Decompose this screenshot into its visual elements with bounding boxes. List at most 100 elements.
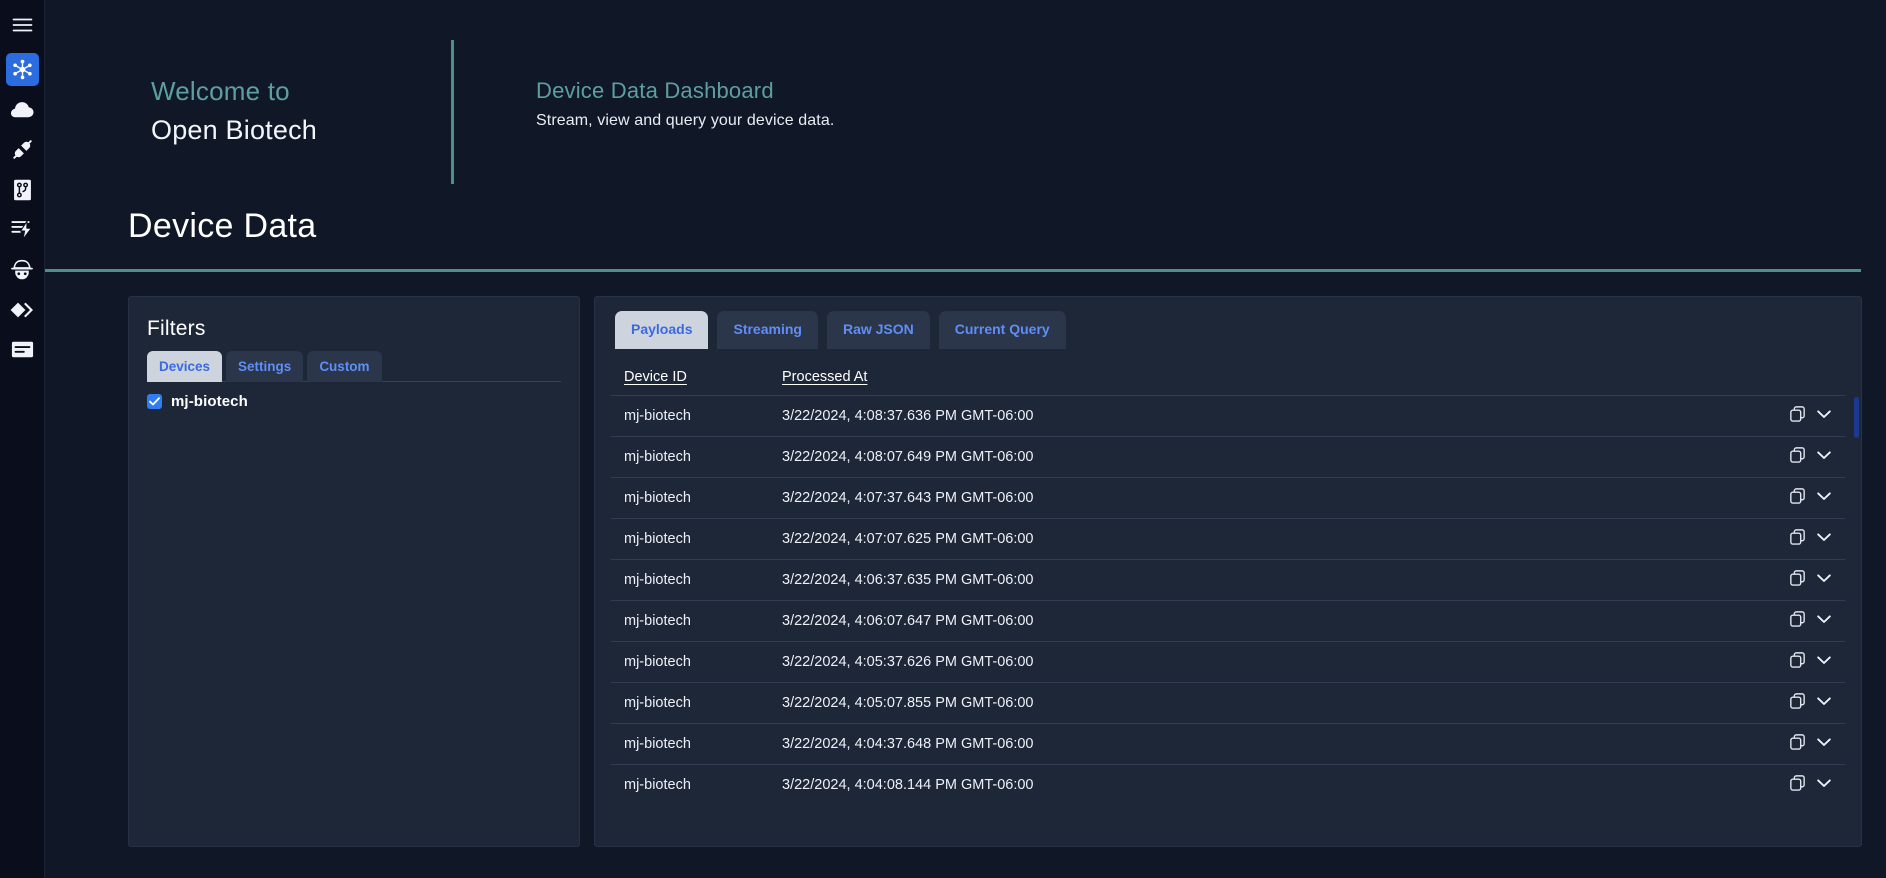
- cell-device-id: mj-biotech: [611, 436, 769, 478]
- filter-tab-devices[interactable]: Devices: [147, 350, 223, 383]
- cell-processed-at: 3/22/2024, 4:07:37.643 PM GMT-06:00: [769, 477, 1771, 519]
- cell-row-actions: [1771, 395, 1845, 437]
- copy-icon[interactable]: [1790, 775, 1805, 792]
- table-row[interactable]: mj-biotech 3/22/2024, 4:07:07.625 PM GMT-…: [611, 518, 1845, 560]
- lightning-activity-icon[interactable]: [6, 213, 39, 246]
- cell-device-id: mj-biotech: [611, 723, 769, 765]
- table-row[interactable]: mj-biotech 3/22/2024, 4:08:07.649 PM GMT-…: [611, 436, 1845, 478]
- cell-row-actions: [1771, 600, 1845, 642]
- welcome-to-label: Welcome to: [151, 76, 290, 107]
- column-header-actions: [1771, 359, 1845, 396]
- cell-processed-at: 3/22/2024, 4:06:07.647 PM GMT-06:00: [769, 600, 1771, 642]
- left-nav-rail: [0, 0, 45, 878]
- table-row[interactable]: mj-biotech 3/22/2024, 4:06:37.635 PM GMT-…: [611, 559, 1845, 601]
- cell-row-actions: [1771, 764, 1845, 806]
- copy-icon[interactable]: [1790, 693, 1805, 709]
- cell-processed-at: 3/22/2024, 4:06:37.635 PM GMT-06:00: [769, 559, 1771, 601]
- hub-network-icon[interactable]: [5, 53, 39, 86]
- branch-document-icon[interactable]: [6, 173, 39, 206]
- cell-device-id: mj-biotech: [611, 641, 769, 683]
- tab-current-query[interactable]: Current Query: [938, 310, 1066, 350]
- cell-processed-at: 3/22/2024, 4:08:37.636 PM GMT-06:00: [769, 395, 1771, 437]
- menu-icon[interactable]: [6, 8, 39, 41]
- device-filter-label: mj-biotech: [171, 393, 248, 411]
- cell-device-id: mj-biotech: [611, 682, 769, 724]
- page-header: Device Data: [45, 206, 1886, 247]
- cell-row-actions: [1771, 723, 1845, 765]
- chevron-down-icon[interactable]: [1817, 492, 1831, 501]
- tab-streaming[interactable]: Streaming: [717, 310, 818, 350]
- device-filter-item[interactable]: mj-biotech: [147, 393, 561, 410]
- copy-icon[interactable]: [1790, 488, 1805, 504]
- cell-processed-at: 3/22/2024, 4:05:07.855 PM GMT-06:00: [769, 682, 1771, 724]
- copy-icon[interactable]: [1790, 611, 1805, 627]
- hero-banner: Welcome to Open Biotech Device Data Dash…: [45, 0, 1886, 190]
- table-scrollbar-thumb[interactable]: [1854, 396, 1859, 438]
- cell-row-actions: [1771, 641, 1845, 683]
- column-header-device-id[interactable]: Device ID: [611, 359, 769, 396]
- table-row[interactable]: mj-biotech 3/22/2024, 4:05:37.626 PM GMT-…: [611, 641, 1845, 683]
- filter-tab-custom[interactable]: Custom: [307, 350, 382, 383]
- content-columns: Filters Devices Settings Custom mj-biote…: [45, 272, 1886, 847]
- table-row[interactable]: mj-biotech 3/22/2024, 4:07:37.643 PM GMT-…: [611, 477, 1845, 519]
- main-content: Welcome to Open Biotech Device Data Dash…: [45, 0, 1886, 878]
- app-root: Welcome to Open Biotech Device Data Dash…: [0, 0, 1886, 878]
- cell-processed-at: 3/22/2024, 4:04:08.144 PM GMT-06:00: [769, 764, 1771, 806]
- table-row[interactable]: mj-biotech 3/22/2024, 4:08:37.636 PM GMT-…: [611, 395, 1845, 437]
- chevron-down-icon[interactable]: [1817, 410, 1831, 419]
- column-header-processed-at[interactable]: Processed At: [769, 359, 1771, 396]
- cell-processed-at: 3/22/2024, 4:05:37.626 PM GMT-06:00: [769, 641, 1771, 683]
- chevron-down-icon[interactable]: [1817, 615, 1831, 624]
- filter-tab-settings[interactable]: Settings: [226, 350, 304, 383]
- copy-icon[interactable]: [1790, 406, 1805, 422]
- cell-row-actions: [1771, 682, 1845, 724]
- cloud-icon[interactable]: [6, 93, 39, 126]
- copy-icon[interactable]: [1790, 652, 1805, 668]
- cell-processed-at: 3/22/2024, 4:07:07.625 PM GMT-06:00: [769, 518, 1771, 560]
- cell-processed-at: 3/22/2024, 4:04:37.648 PM GMT-06:00: [769, 723, 1771, 765]
- table-row[interactable]: mj-biotech 3/22/2024, 4:05:07.855 PM GMT-…: [611, 682, 1845, 724]
- payloads-table-head: Device ID Processed At: [611, 359, 1845, 396]
- device-checkbox[interactable]: [147, 394, 162, 410]
- list-document-icon[interactable]: [6, 333, 39, 366]
- chevron-down-icon[interactable]: [1817, 533, 1831, 542]
- hero-dashboard-block: Device Data Dashboard Stream, view and q…: [454, 76, 834, 149]
- cell-device-id: mj-biotech: [611, 600, 769, 642]
- brand-name: Open Biotech: [151, 115, 318, 146]
- filters-tabstrip: Devices Settings Custom: [147, 350, 561, 383]
- copy-icon[interactable]: [1790, 447, 1805, 463]
- chevron-down-icon[interactable]: [1817, 656, 1831, 665]
- cell-device-id: mj-biotech: [611, 764, 769, 806]
- device-data-panel: Payloads Streaming Raw JSON Current Quer…: [594, 295, 1862, 847]
- cell-processed-at: 3/22/2024, 4:08:07.649 PM GMT-06:00: [769, 436, 1771, 478]
- table-row[interactable]: mj-biotech 3/22/2024, 4:06:07.647 PM GMT-…: [611, 600, 1845, 642]
- cell-row-actions: [1771, 518, 1845, 560]
- payloads-table: Device ID Processed At mj-biotech 3/22/20…: [611, 359, 1845, 806]
- plug-connect-icon[interactable]: [6, 133, 39, 166]
- copy-icon[interactable]: [1790, 570, 1805, 586]
- cell-device-id: mj-biotech: [611, 559, 769, 601]
- cell-device-id: mj-biotech: [611, 477, 769, 519]
- table-header-row: Device ID Processed At: [611, 359, 1845, 396]
- copy-icon[interactable]: [1790, 529, 1805, 545]
- dashboard-title: Device Data Dashboard: [536, 77, 774, 103]
- chevron-down-icon[interactable]: [1817, 697, 1831, 706]
- tab-raw-json[interactable]: Raw JSON: [826, 310, 930, 350]
- cell-row-actions: [1771, 559, 1845, 601]
- table-row[interactable]: mj-biotech 3/22/2024, 4:04:37.648 PM GMT-…: [611, 723, 1845, 765]
- payloads-table-body: mj-biotech 3/22/2024, 4:08:37.636 PM GMT-…: [611, 395, 1845, 806]
- cell-device-id: mj-biotech: [611, 518, 769, 560]
- diamonds-icon[interactable]: [6, 293, 39, 326]
- tab-payloads[interactable]: Payloads: [615, 310, 709, 350]
- filters-heading: Filters: [147, 316, 206, 340]
- incognito-icon[interactable]: [6, 253, 39, 286]
- cell-device-id: mj-biotech: [611, 395, 769, 437]
- cell-row-actions: [1771, 436, 1845, 478]
- chevron-down-icon[interactable]: [1817, 779, 1831, 788]
- chevron-down-icon[interactable]: [1817, 738, 1831, 747]
- chevron-down-icon[interactable]: [1817, 451, 1831, 460]
- copy-icon[interactable]: [1790, 734, 1805, 750]
- chevron-down-icon[interactable]: [1817, 574, 1831, 583]
- filters-panel: Filters Devices Settings Custom mj-biote…: [128, 295, 580, 847]
- table-row[interactable]: mj-biotech 3/22/2024, 4:04:08.144 PM GMT-…: [611, 764, 1845, 806]
